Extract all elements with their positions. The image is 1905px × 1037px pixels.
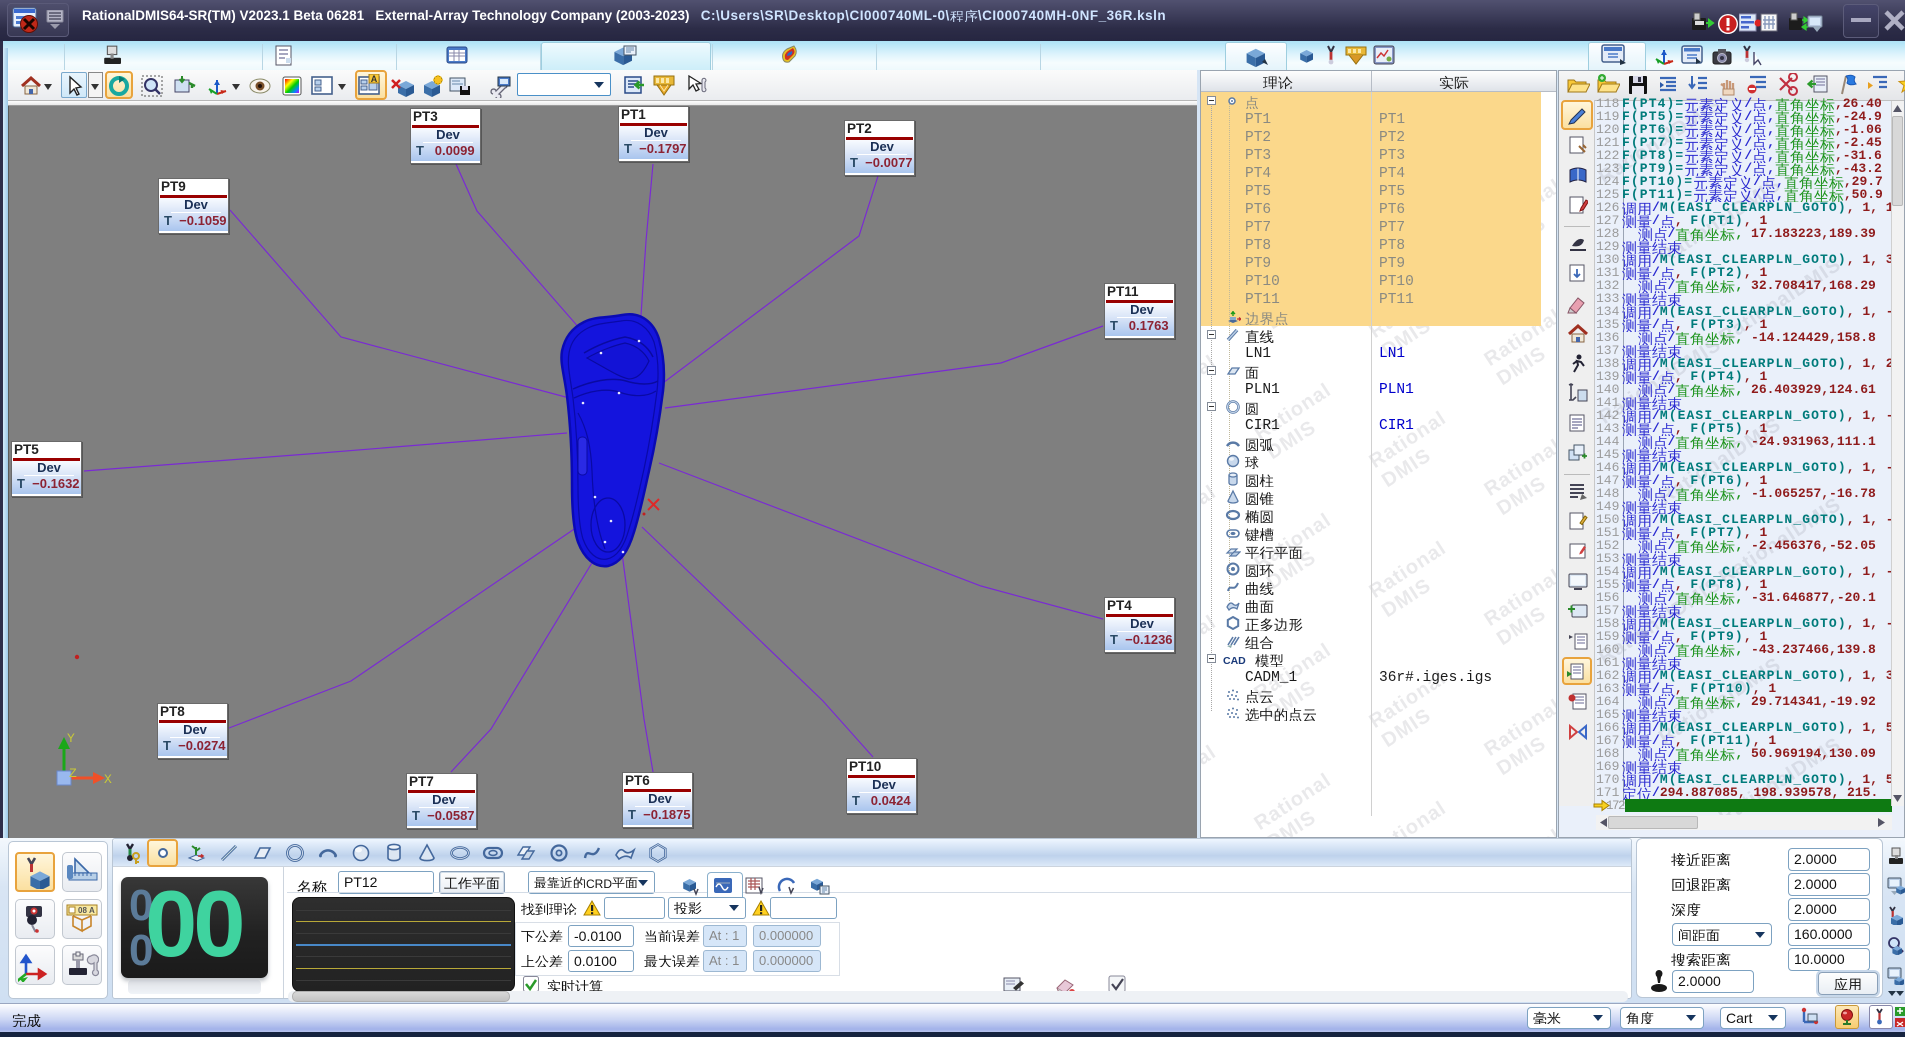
- svg-text:A: A: [371, 74, 378, 84]
- svg-text:08: 08: [78, 906, 87, 915]
- svg-text:Y: Y: [67, 731, 75, 746]
- svg-text:A: A: [89, 906, 95, 915]
- svg-text:X: X: [104, 772, 112, 787]
- svg-text:CAD: CAD: [1223, 655, 1246, 667]
- svg-text:Z: Z: [69, 766, 77, 781]
